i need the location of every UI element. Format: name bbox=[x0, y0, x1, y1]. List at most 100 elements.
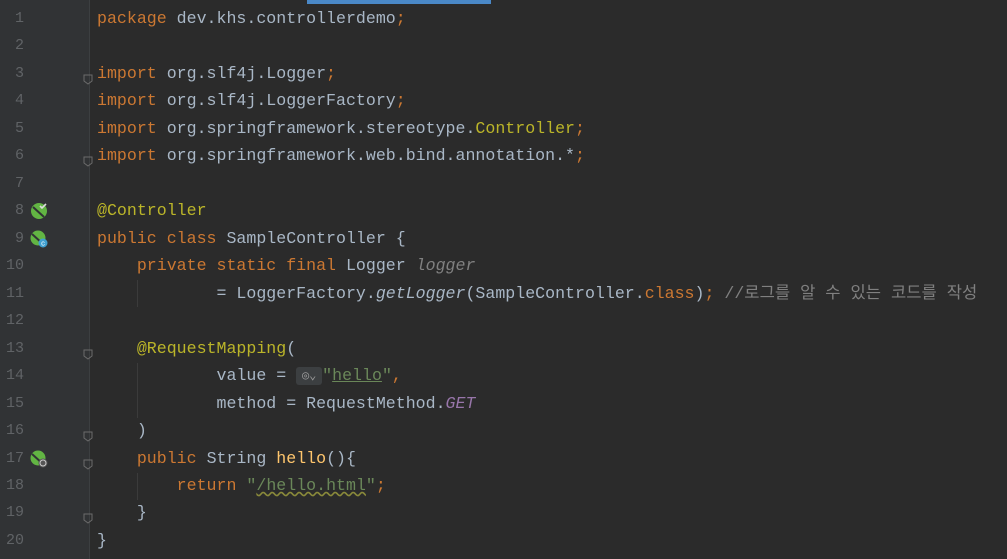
line-number[interactable]: 2 bbox=[0, 32, 24, 59]
line-number[interactable]: 5 bbox=[0, 115, 24, 142]
code-token: ; bbox=[326, 63, 337, 83]
code-line[interactable]: 13 @RequestMapping( bbox=[0, 335, 1007, 362]
code-text[interactable]: = LoggerFactory.getLogger(SampleControll… bbox=[97, 280, 977, 307]
line-number[interactable]: 1 bbox=[0, 5, 24, 32]
spring-bean-check-icon[interactable] bbox=[30, 202, 48, 220]
code-text[interactable]: private static final Logger logger bbox=[97, 252, 476, 279]
code-token: } bbox=[97, 530, 107, 550]
scroll-position-indicator bbox=[307, 0, 491, 4]
line-number[interactable]: 18 bbox=[0, 472, 24, 499]
code-line[interactable]: 9 c public class SampleController { bbox=[0, 225, 1007, 252]
line-number[interactable]: 6 bbox=[0, 142, 24, 169]
code-text[interactable]: import org.springframework.stereotype.Co… bbox=[97, 115, 585, 142]
code-line[interactable]: 20} bbox=[0, 527, 1007, 554]
code-token: ( bbox=[286, 338, 297, 358]
code-line[interactable]: 4 import org.slf4j.LoggerFactory; bbox=[0, 87, 1007, 114]
code-token: GET bbox=[445, 393, 476, 413]
code-text[interactable]: import org.slf4j.Logger; bbox=[97, 60, 336, 87]
code-token: logger bbox=[415, 256, 476, 276]
line-number[interactable]: 8 bbox=[0, 197, 24, 224]
line-number[interactable]: 7 bbox=[0, 170, 24, 197]
code-line[interactable]: 19 } bbox=[0, 499, 1007, 526]
code-token: ) bbox=[694, 283, 705, 303]
code-line[interactable]: 2 bbox=[0, 32, 1007, 59]
code-line[interactable]: 15 method = RequestMethod.GET bbox=[0, 390, 1007, 417]
code-token: org.slf4j.Logger bbox=[166, 63, 327, 83]
line-number[interactable]: 13 bbox=[0, 335, 24, 362]
code-token: return bbox=[176, 475, 247, 495]
code-token: value = bbox=[97, 366, 297, 386]
line-number[interactable]: 12 bbox=[0, 307, 24, 334]
url-globe-icon[interactable]: ◎⌄ bbox=[296, 366, 323, 385]
code-line[interactable]: 12 bbox=[0, 307, 1007, 334]
code-token: method = RequestMethod. bbox=[97, 393, 446, 413]
code-text[interactable]: public class SampleController { bbox=[97, 225, 406, 252]
code-text[interactable]: value = ◎⌄ "hello", bbox=[97, 362, 401, 389]
fold-marker-icon[interactable] bbox=[83, 453, 93, 470]
code-text[interactable]: } bbox=[97, 499, 147, 526]
code-token: private static final bbox=[136, 256, 346, 276]
code-token: ; bbox=[575, 118, 585, 138]
code-line[interactable]: 7 bbox=[0, 170, 1007, 197]
line-number[interactable]: 19 bbox=[0, 499, 24, 526]
code-text[interactable]: import org.slf4j.LoggerFactory; bbox=[97, 87, 406, 114]
line-number[interactable]: 10 bbox=[0, 252, 24, 279]
code-line[interactable]: 11 = LoggerFactory.getLogger(SampleContr… bbox=[0, 280, 1007, 307]
code-line[interactable]: 1 package dev.khs.controllerdemo; bbox=[0, 5, 1007, 32]
line-number[interactable]: 14 bbox=[0, 362, 24, 389]
spring-bean-class-icon[interactable]: c bbox=[30, 230, 48, 248]
code-text[interactable]: return "/hello.html"; bbox=[97, 472, 386, 499]
code-line[interactable]: 18 return "/hello.html"; bbox=[0, 472, 1007, 499]
line-number[interactable]: 16 bbox=[0, 417, 24, 444]
code-token: getLogger bbox=[375, 283, 466, 303]
line-number[interactable]: 17 bbox=[0, 445, 24, 472]
fold-marker-icon[interactable] bbox=[83, 343, 93, 360]
code-token: @Controller bbox=[97, 201, 207, 221]
code-line[interactable]: 14 value = ◎⌄ "hello", bbox=[0, 362, 1007, 389]
code-line[interactable]: 6 import org.springframework.web.bind.ann… bbox=[0, 142, 1007, 169]
code-text[interactable]: ) bbox=[97, 417, 147, 444]
code-token: import bbox=[97, 63, 167, 83]
code-line[interactable]: 16 ) bbox=[0, 417, 1007, 444]
code-token: Logger bbox=[345, 256, 416, 276]
code-line[interactable]: 8 @Controller bbox=[0, 197, 1007, 224]
code-text[interactable]: @RequestMapping( bbox=[97, 335, 296, 362]
line-number[interactable]: 4 bbox=[0, 87, 24, 114]
code-editor[interactable]: 1 package dev.khs.controllerdemo; 2 3 import… bbox=[0, 5, 1007, 554]
indent-guide bbox=[137, 363, 138, 418]
code-token: " bbox=[246, 475, 257, 495]
code-line[interactable]: 17 public String hello(){ bbox=[0, 445, 1007, 472]
code-token: ; bbox=[375, 475, 386, 495]
code-token: ; bbox=[575, 146, 585, 166]
line-number[interactable]: 11 bbox=[0, 280, 24, 307]
fold-marker-icon[interactable] bbox=[83, 425, 93, 442]
code-token: /hello.html bbox=[256, 475, 366, 495]
fold-marker-icon[interactable] bbox=[83, 68, 93, 85]
code-text[interactable]: } bbox=[97, 527, 107, 554]
code-token: hello bbox=[276, 448, 327, 468]
code-token: Controller bbox=[475, 118, 576, 138]
line-number[interactable]: 15 bbox=[0, 390, 24, 417]
code-token: org.springframework.web.bind.annotation.… bbox=[166, 146, 575, 166]
code-text[interactable]: @Controller bbox=[97, 197, 207, 224]
code-token: String bbox=[206, 448, 277, 468]
code-line[interactable]: 10 private static final Logger logger bbox=[0, 252, 1007, 279]
code-text[interactable]: package dev.khs.controllerdemo; bbox=[97, 5, 406, 32]
code-text[interactable]: import org.springframework.web.bind.anno… bbox=[97, 142, 585, 169]
spring-web-endpoint-icon[interactable] bbox=[30, 450, 48, 468]
fold-marker-icon[interactable] bbox=[83, 507, 93, 525]
line-number[interactable]: 20 bbox=[0, 527, 24, 554]
fold-marker-icon[interactable] bbox=[83, 150, 93, 167]
line-number[interactable]: 3 bbox=[0, 60, 24, 87]
code-text[interactable]: method = RequestMethod.GET bbox=[97, 390, 475, 417]
indent-guide bbox=[137, 473, 138, 500]
code-text[interactable]: public String hello(){ bbox=[97, 445, 356, 472]
code-line[interactable]: 3 import org.slf4j.Logger; bbox=[0, 60, 1007, 87]
code-token: ; bbox=[395, 91, 406, 111]
code-token: " bbox=[365, 475, 376, 495]
code-line[interactable]: 5 import org.springframework.stereotype.C… bbox=[0, 115, 1007, 142]
line-number[interactable]: 9 bbox=[0, 225, 24, 252]
indent-guide bbox=[137, 280, 138, 307]
